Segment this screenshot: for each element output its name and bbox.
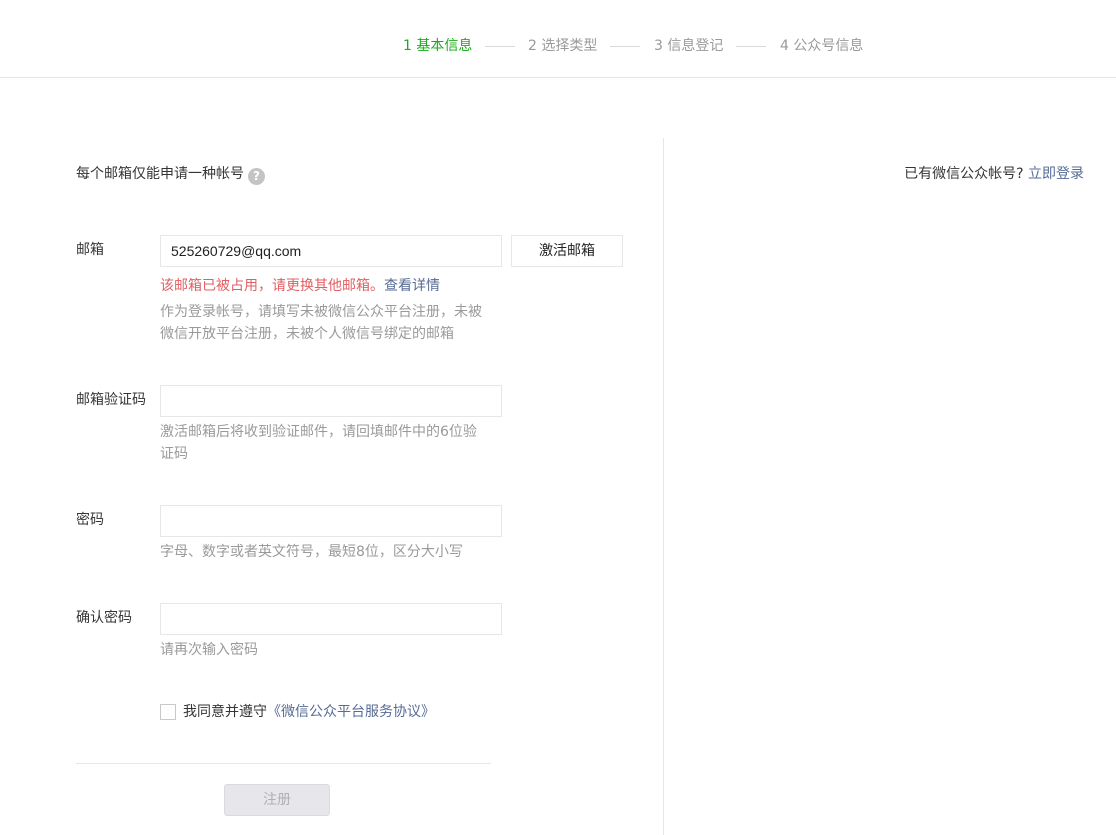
confirm-password-hint: 请再次输入密码 [160,642,258,658]
email-error: 该邮箱已被占用，请更换其他邮箱。查看详情 [160,276,440,296]
email-error-text: 该邮箱已被占用，请更换其他邮箱。 [160,278,384,294]
agree-checkbox[interactable] [160,704,176,720]
step-info-register: 3 信息登记 [654,38,724,54]
login-prompt-text: 已有微信公众帐号? [904,166,1024,182]
email-code-input[interactable] [160,385,502,417]
password-hint: 字母、数字或者英文符号，最短8位，区分大小写 [160,544,463,560]
password-label: 密码 [76,512,104,528]
step-basic-info: 1 基本信息 [403,38,473,54]
step-select-type: 2 选择类型 [528,38,598,54]
email-label: 邮箱 [76,242,104,258]
form-divider [76,763,491,764]
question-icon[interactable]: ? [248,168,265,185]
steps-header: 1 基本信息 2 选择类型 3 信息登记 4 公众号信息 [0,0,1116,78]
step-account-info: 4 公众号信息 [780,38,864,54]
register-button[interactable]: 注册 [224,784,330,816]
service-agreement-link[interactable]: 《微信公众平台服务协议》 [267,704,435,720]
email-input[interactable]: 525260729@qq.com [160,235,502,267]
step-connector [736,46,766,47]
agreement: 我同意并遵守《微信公众平台服务协议》 [183,702,435,722]
view-details-link[interactable]: 查看详情 [384,278,440,294]
column-divider [663,138,664,835]
step-connector [610,46,640,47]
email-code-label: 邮箱验证码 [76,392,146,408]
agree-text: 我同意并遵守 [183,704,267,720]
email-hint: 作为登录帐号，请填写未被微信公众平台注册，未被微信开放平台注册，未被个人微信号绑… [160,304,482,342]
login-link[interactable]: 立即登录 [1028,166,1084,182]
step-connector [485,46,515,47]
login-prompt: 已有微信公众帐号? 立即登录 [904,164,1084,184]
password-input[interactable] [160,505,502,537]
email-code-hint: 激活邮箱后将收到验证邮件，请回填邮件中的6位验证码 [160,424,477,462]
activate-email-button[interactable]: 激活邮箱 [511,235,623,267]
confirm-password-label: 确认密码 [76,610,132,626]
email-tip-text: 每个邮箱仅能申请一种帐号 [76,166,244,182]
email-tip: 每个邮箱仅能申请一种帐号? [76,164,265,185]
confirm-password-input[interactable] [160,603,502,635]
